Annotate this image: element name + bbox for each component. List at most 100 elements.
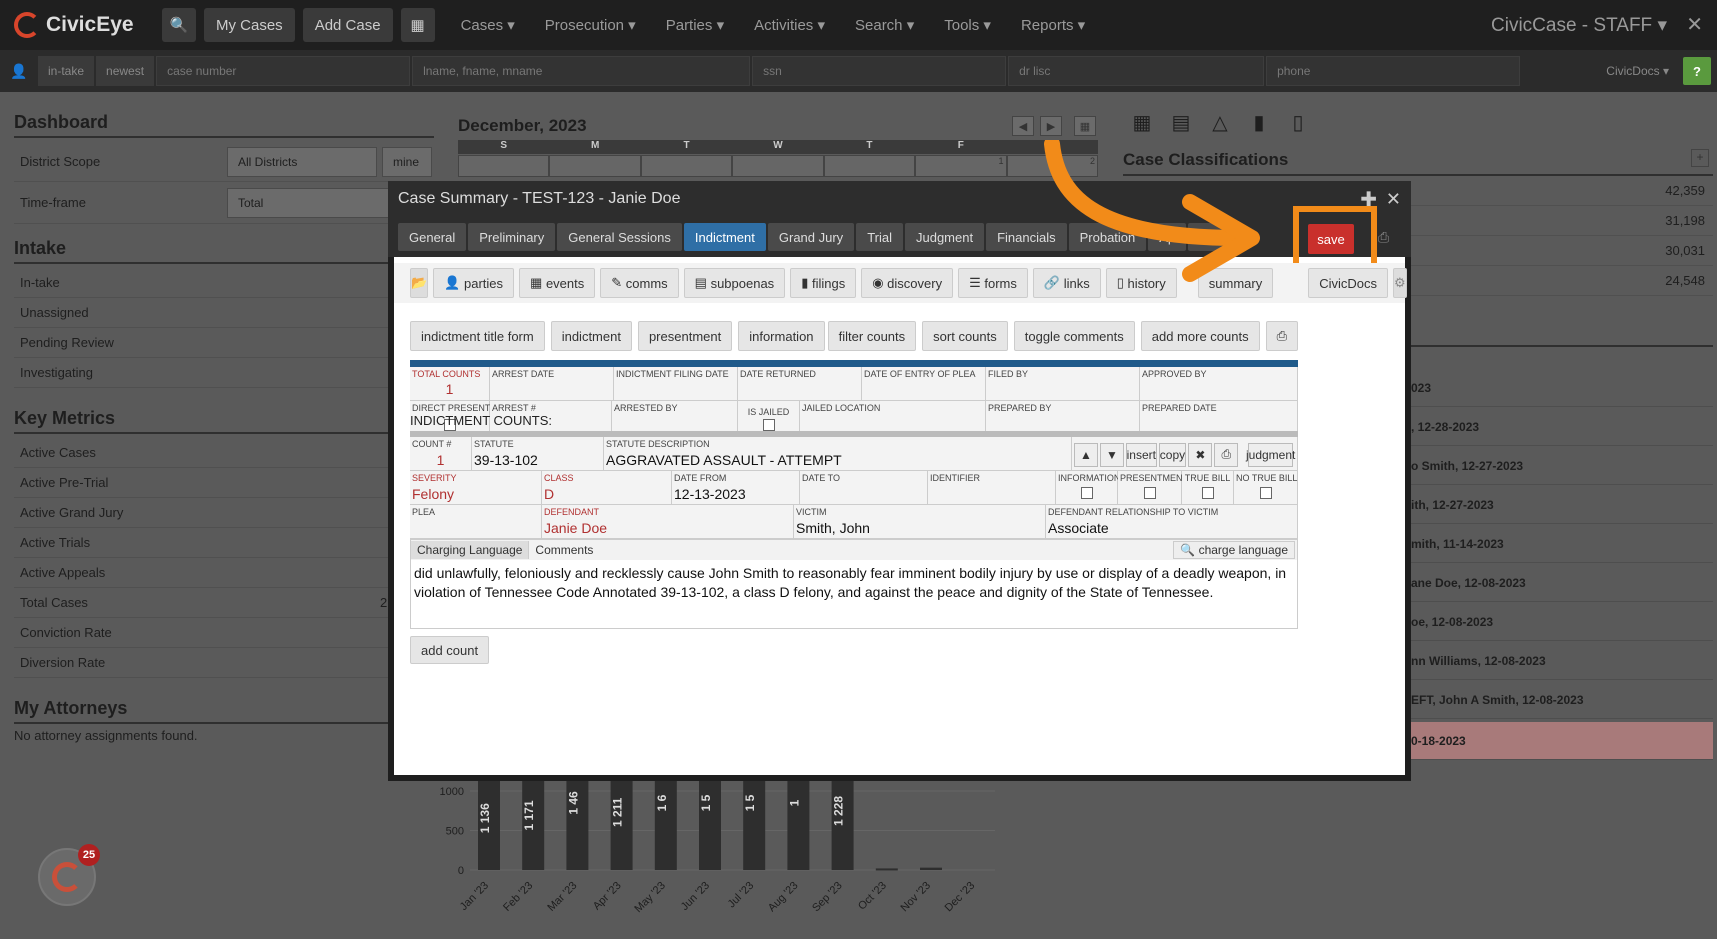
ssn-input[interactable]: ssn: [752, 56, 1007, 86]
civiceye-assistant-button[interactable]: 25: [38, 844, 100, 906]
charge-language-button[interactable]: 🔍 charge language: [1173, 541, 1295, 559]
filter-counts-button[interactable]: filter counts: [827, 321, 917, 351]
tab-financials[interactable]: Financials: [986, 223, 1067, 251]
menu-reports[interactable]: Reports ▾: [1021, 16, 1085, 34]
tab-general-sessions[interactable]: General Sessions: [557, 223, 682, 251]
folder-icon[interactable]: 📂: [410, 268, 429, 298]
unassigned-item[interactable]: Unassigned: [14, 298, 434, 328]
information-checkbox[interactable]: [1080, 487, 1093, 499]
calendar-day[interactable]: [640, 155, 733, 177]
comments-tab[interactable]: Comments: [529, 541, 599, 559]
presentment-button[interactable]: presentment: [637, 321, 733, 351]
tab-trial[interactable]: Trial: [856, 223, 903, 251]
intake-tab[interactable]: in-take: [38, 56, 95, 86]
calendar-day[interactable]: [732, 155, 824, 177]
document-icon[interactable]: ▮: [1245, 110, 1273, 136]
defendant-field[interactable]: DEFENDANT Janie Doe: [542, 505, 794, 539]
tab-appeals[interactable]: Ap: [1148, 223, 1187, 251]
comms-button[interactable]: ✎ comms: [600, 268, 679, 298]
metric-active-pretrial[interactable]: Active Pre-Trial: [14, 468, 434, 498]
settings-gear-icon[interactable]: ⚙: [1393, 268, 1407, 298]
history-button[interactable]: ▯ history: [1105, 268, 1177, 298]
activity-item[interactable]: ane Doe, 12-08-2023: [1409, 564, 1713, 602]
calculator-icon[interactable]: ▦: [1128, 110, 1156, 136]
activity-item[interactable]: 023: [1409, 369, 1713, 407]
filings-button[interactable]: ▮ filings: [790, 268, 857, 298]
activity-item[interactable]: , 12-28-2023: [1409, 408, 1713, 446]
victim-field[interactable]: VICTIM Smith, John: [794, 505, 1046, 539]
activity-item[interactable]: mith, 11-14-2023: [1409, 525, 1713, 563]
menu-parties[interactable]: Parties ▾: [666, 16, 724, 34]
my-cases-button[interactable]: My Cases: [204, 8, 295, 42]
prepared-by-field[interactable]: PREPARED BY: [986, 401, 1140, 435]
arrested-by-field[interactable]: ARRESTED BY: [612, 401, 738, 435]
metric-diversion-rate[interactable]: Diversion Rate: [14, 648, 434, 678]
name-input[interactable]: lname, fname, mname: [412, 56, 751, 86]
copy-button[interactable]: copy: [1158, 442, 1187, 467]
calendar-day[interactable]: [823, 155, 916, 177]
book-icon[interactable]: ▯: [1284, 110, 1312, 136]
print-icon[interactable]: ⎙: [1214, 442, 1239, 467]
menu-search[interactable]: Search ▾: [855, 16, 914, 34]
identifier-field[interactable]: IDENTIFIER: [928, 471, 1056, 505]
delete-icon[interactable]: ✖: [1188, 442, 1213, 467]
indictment-filing-date-field[interactable]: INDICTMENT FILING DATE: [614, 367, 738, 401]
date-from-field[interactable]: DATE FROM 12-13-2023: [672, 471, 800, 505]
prepared-date-field[interactable]: PREPARED DATE: [1140, 401, 1298, 435]
tab-general[interactable]: General: [398, 223, 467, 251]
search-icon[interactable]: 🔍: [162, 8, 196, 42]
date-to-field[interactable]: DATE TO: [800, 471, 928, 505]
metric-conviction-rate[interactable]: Conviction Rate: [14, 618, 434, 648]
brand-logo[interactable]: CivicEye: [14, 12, 154, 38]
activity-item[interactable]: oe, 12-08-2023: [1409, 603, 1713, 641]
activity-item[interactable]: nn Williams, 12-08-2023: [1409, 642, 1713, 680]
help-button[interactable]: ?: [1683, 57, 1711, 85]
close-icon[interactable]: ✕: [1686, 12, 1703, 37]
discovery-button[interactable]: ◉ discovery: [861, 268, 954, 298]
plea-field[interactable]: PLEA: [410, 505, 542, 539]
information-button[interactable]: information: [738, 321, 825, 351]
class-field[interactable]: CLASS D: [542, 471, 672, 505]
add-count-button[interactable]: add count: [410, 636, 490, 664]
calculator-icon[interactable]: ▦: [400, 8, 435, 42]
metric-active-appeals[interactable]: Active Appeals: [14, 558, 434, 588]
metric-active-grand-jury[interactable]: Active Grand Jury: [14, 498, 434, 528]
subpoenas-button[interactable]: ▤ subpoenas: [683, 268, 786, 298]
map-icon[interactable]: △: [1206, 110, 1234, 136]
staff-menu[interactable]: CivicCase - STAFF ▾: [1491, 14, 1667, 37]
close-modal-icon[interactable]: ✕: [1386, 189, 1401, 210]
date-entry-plea-field[interactable]: DATE OF ENTRY OF PLEA: [862, 367, 986, 401]
menu-tools[interactable]: Tools ▾: [944, 16, 991, 34]
forms-button[interactable]: ☰ forms: [958, 268, 1028, 298]
tab-judgment[interactable]: Judgment: [904, 223, 985, 251]
next-month-icon[interactable]: ▶: [1040, 116, 1062, 136]
filed-by-field[interactable]: FILED BY: [986, 367, 1140, 401]
statute-description-field[interactable]: STATUTE DESCRIPTION AGGRAVATED ASSAULT - …: [604, 437, 1072, 471]
mine-button[interactable]: mine: [382, 146, 432, 177]
severity-field[interactable]: SEVERITY Felony: [410, 471, 542, 505]
summary-button[interactable]: summary: [1197, 268, 1274, 298]
prev-month-icon[interactable]: ◀: [1012, 116, 1034, 136]
investigating-item[interactable]: Investigating: [14, 358, 434, 388]
indictment-button[interactable]: indictment: [550, 321, 632, 351]
arrest-date-field[interactable]: ARREST DATE: [490, 367, 614, 401]
sort-counts-button[interactable]: sort counts: [922, 321, 1008, 351]
add-classification-button[interactable]: +: [1691, 149, 1709, 167]
tab-indictment[interactable]: Indictment: [683, 223, 766, 251]
case-number-input[interactable]: case number: [156, 56, 411, 86]
calendar-day[interactable]: 1: [915, 155, 1007, 177]
tab-probation[interactable]: Probation: [1068, 223, 1147, 251]
metric-active-trials[interactable]: Active Trials: [14, 528, 434, 558]
civicdocs-button[interactable]: CivicDocs: [1308, 268, 1389, 298]
print-icon[interactable]: ⎙: [1378, 229, 1389, 246]
activity-item[interactable]: EFT, John A Smith, 12-08-2023: [1409, 681, 1713, 719]
events-button[interactable]: ▦ events: [519, 268, 596, 298]
parties-button[interactable]: 👤 parties: [433, 268, 515, 298]
activity-item[interactable]: ith, 12-27-2023: [1409, 486, 1713, 524]
charging-language-tab[interactable]: Charging Language: [411, 541, 530, 559]
add-case-button[interactable]: Add Case: [302, 8, 393, 42]
calendar-day[interactable]: 2: [1006, 155, 1098, 177]
judgment-button[interactable]: judgment: [1246, 442, 1295, 467]
statute-field[interactable]: STATUTE 39-13-102: [472, 437, 604, 471]
no-true-bill-checkbox[interactable]: [1259, 487, 1272, 499]
